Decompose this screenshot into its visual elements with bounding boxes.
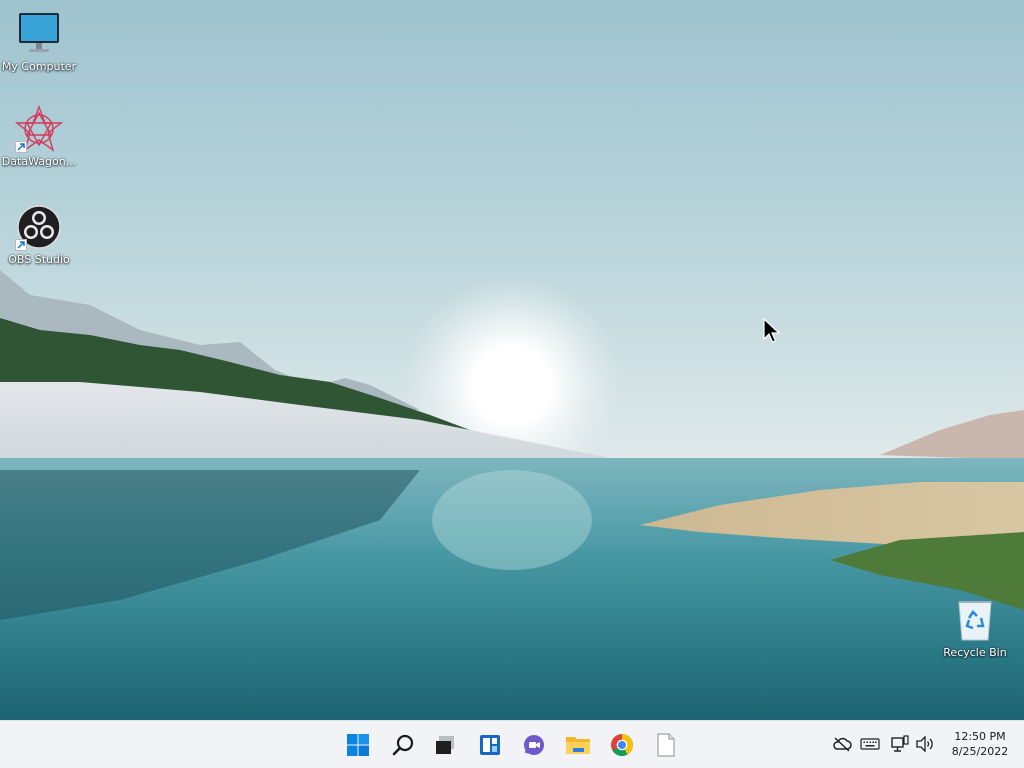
task-view-icon: [436, 736, 454, 754]
desktop-icon-label: Recycle Bin: [943, 646, 1007, 659]
chrome-button[interactable]: [604, 727, 640, 763]
taskbar-clock[interactable]: 12:50 PM 8/25/2022: [942, 729, 1018, 759]
onedrive-offline-icon[interactable]: [831, 733, 853, 755]
mouse-cursor-icon: [763, 318, 781, 343]
clock-date: 8/25/2022: [951, 745, 1009, 758]
chrome-icon: [611, 734, 633, 756]
desktop-icon-label: DataWagon...: [1, 155, 77, 168]
monitor-icon: [15, 10, 63, 58]
desktop-icon-recycle-bin[interactable]: Recycle Bin: [936, 596, 1014, 659]
windows-logo-icon: [347, 734, 369, 756]
recycle-bin-icon: [951, 596, 999, 644]
desktop-wallpaper: [0, 0, 1024, 720]
obs-icon: [15, 203, 63, 251]
desktop-icon-label: OBS Studio: [8, 253, 70, 266]
folder-icon: [566, 737, 590, 754]
widgets-icon: [480, 735, 500, 755]
desktop-icon-label: My Computer: [1, 60, 77, 73]
search-icon: [392, 734, 414, 756]
datawagon-icon: [14, 105, 64, 153]
shortcut-arrow-icon: [15, 141, 27, 153]
shortcut-arrow-icon: [15, 239, 27, 251]
clock-time: 12:50 PM: [954, 730, 1006, 743]
blank-file-button[interactable]: [648, 727, 684, 763]
keyboard-icon[interactable]: [859, 733, 881, 755]
task-view-button[interactable]: [427, 727, 463, 763]
desktop-icon-datawagon[interactable]: DataWagon...: [0, 105, 78, 168]
volume-icon[interactable]: [914, 733, 936, 755]
teams-chat-icon: [524, 735, 544, 755]
desktop-icon-obs-studio[interactable]: OBS Studio: [0, 203, 78, 266]
chat-button[interactable]: [516, 727, 552, 763]
document-icon: [657, 733, 675, 757]
start-button[interactable]: [340, 727, 376, 763]
widgets-button[interactable]: [472, 727, 508, 763]
search-button[interactable]: [385, 727, 421, 763]
desktop-icon-my-computer[interactable]: My Computer: [0, 10, 78, 73]
taskbar: 12:50 PM 8/25/2022: [0, 720, 1024, 768]
network-icon[interactable]: [889, 733, 911, 755]
file-explorer-button[interactable]: [560, 727, 596, 763]
